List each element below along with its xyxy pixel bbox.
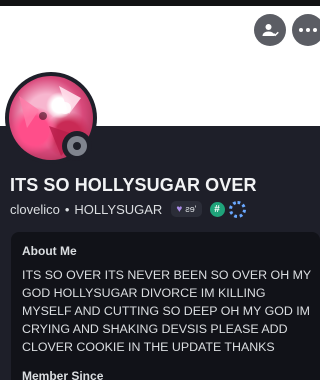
heart-icon: ♥ [176,203,183,215]
more-options-icon [299,28,317,32]
status-indicator [62,131,92,161]
member-since-heading: Member Since [22,369,104,380]
username[interactable]: clovelico [10,202,60,217]
about-me-text: ITS SO OVER ITS NEVER BEEN SO OVER OH MY… [22,268,311,354]
pronouns: HOLLYSUGAR [74,201,163,217]
more-options-button[interactable] [292,14,320,46]
add-friend-button[interactable] [254,14,286,46]
hashtag-badge-icon[interactable]: # [209,201,225,217]
identity-row: clovelico • HOLLYSUGAR ♥ ƨɘ' # [10,200,246,218]
server-tag-text: ƨɘ' [185,204,197,214]
offline-status-icon [67,136,87,156]
display-name: ITS SO HOLLYSUGAR OVER [10,175,257,195]
about-me-heading: About Me [22,244,77,258]
server-tag[interactable]: ♥ ƨɘ' [171,201,202,217]
separator-dot: • [64,201,70,217]
nitro-ring-badge-icon[interactable] [228,200,246,218]
add-friend-icon [262,24,279,37]
